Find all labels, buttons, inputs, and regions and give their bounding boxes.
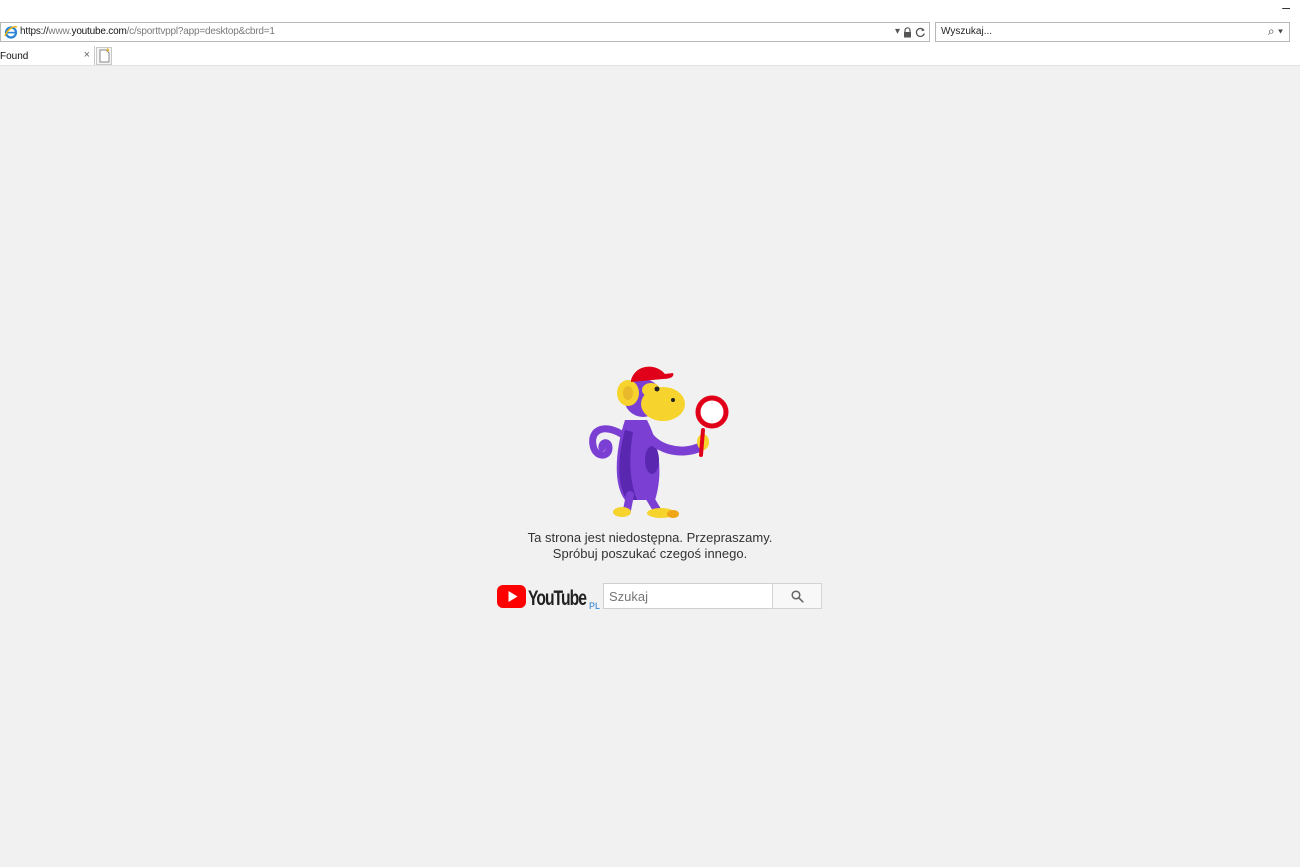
dropdown-arrow-icon[interactable]: ▾	[895, 25, 900, 39]
search-icon[interactable]: ⌕ ▾	[1268, 24, 1283, 39]
error-message-line1: Ta strona jest niedostępna. Przepraszamy…	[527, 530, 773, 545]
youtube-logo[interactable]: YouTube PL	[497, 584, 603, 612]
ie-icon	[4, 26, 18, 39]
search-icon	[790, 589, 804, 603]
youtube-play-icon	[497, 585, 526, 608]
address-url[interactable]: https://www.youtube.com/c/sporttvppl?app…	[20, 26, 275, 37]
url-path: /c/sporttvppl?app=desktop&cbrd=1	[126, 26, 275, 37]
new-tab-button[interactable]	[96, 47, 112, 65]
error-message-line2: Spróbuj poszukać czegoś innego.	[552, 546, 748, 561]
browser-search-bar[interactable]: Wyszukaj... ⌕ ▾	[935, 22, 1290, 42]
address-bar[interactable]: https://www.youtube.com/c/sporttvppl?app…	[0, 22, 930, 42]
url-protocol: https://	[20, 26, 49, 37]
youtube-wordmark: YouTube	[528, 587, 586, 610]
tab-found[interactable]: Found ×	[0, 46, 95, 66]
new-tab-icon	[99, 48, 110, 63]
url-host: youtube.com	[71, 26, 127, 37]
close-icon[interactable]: ×	[84, 49, 90, 61]
url-subdomain: www.	[48, 26, 72, 37]
browser-chrome: – https://www.youtube.com/c/sporttvppl?a…	[0, 0, 1300, 66]
minimize-button[interactable]: –	[1282, 0, 1290, 14]
lock-icon[interactable]	[903, 26, 912, 38]
tabstrip-divider	[0, 65, 1300, 66]
monkey-illustration	[589, 366, 729, 518]
youtube-search-button[interactable]	[772, 583, 822, 609]
address-bar-icons: ▾	[895, 25, 926, 39]
browser-search-placeholder[interactable]: Wyszukaj...	[941, 26, 992, 37]
tab-title: Found	[0, 51, 29, 62]
youtube-search-input[interactable]	[603, 583, 773, 609]
youtube-region-label: PL	[589, 601, 600, 611]
refresh-icon[interactable]	[915, 27, 926, 38]
